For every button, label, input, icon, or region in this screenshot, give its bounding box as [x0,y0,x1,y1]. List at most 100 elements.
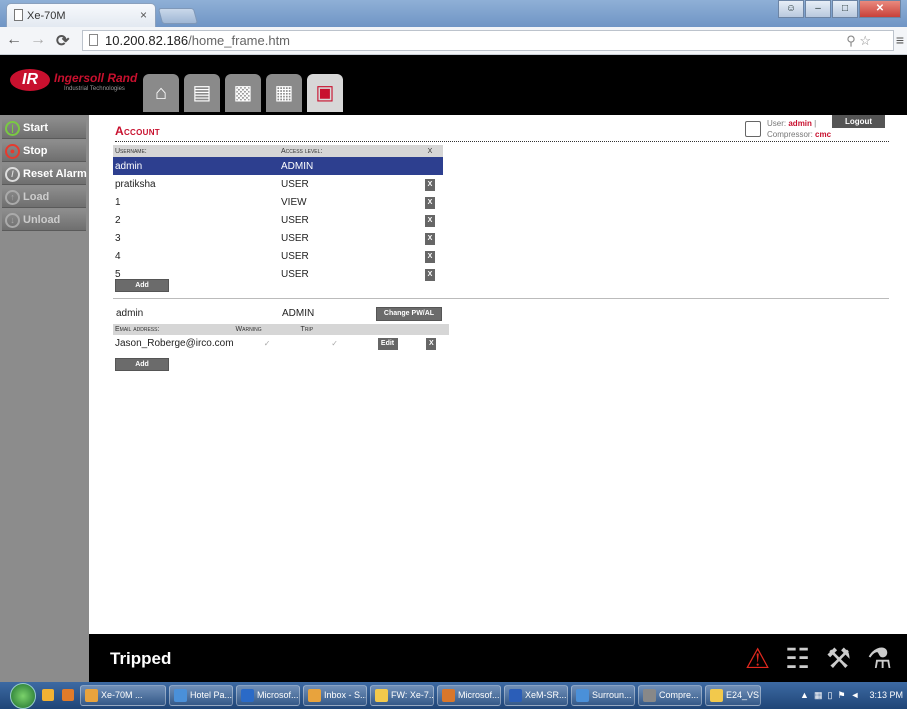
unload-icon: ↓ [5,213,20,228]
menu-icon[interactable]: ≡ [896,32,904,48]
tray-arrow-icon[interactable]: ▲ [800,690,809,700]
taskbar-item[interactable]: Xe-70M ... [80,685,166,706]
taskbar-item[interactable]: Compre... [638,685,702,706]
selected-username: admin [116,308,144,319]
page-title: Account [115,124,160,138]
new-tab-button[interactable] [157,8,199,24]
taskbar-item[interactable]: E24_VS [705,685,761,706]
service-icon[interactable]: ⚒ [826,642,851,675]
taskbar-item[interactable]: FW: Xe-7... [370,685,434,706]
reset-alarm-button[interactable]: / Reset Alarm [2,164,87,185]
load-button[interactable]: ↑ Load [2,187,86,208]
system-tray: ▲ ▦ ▯ ⚑ ◄ 3:13 PM [800,682,903,709]
maintenance-icon[interactable]: ⚗ [867,642,892,675]
explorer-icon[interactable] [42,689,54,701]
access-cell: USER [281,232,309,244]
table-row[interactable]: 2 USER X [113,211,443,229]
home-icon[interactable]: ⌂ [143,74,179,112]
username-cell: 4 [115,250,121,262]
email-row[interactable]: Jason_Roberge@irco.com ✓ ✓ Edit X [113,335,449,351]
start-button[interactable]: | Start [2,118,86,139]
selected-access-level: ADMIN [282,308,315,319]
minimize-icon[interactable]: – [805,0,831,18]
trip-checkbox[interactable]: ✓ [331,339,338,348]
window-controls: ☺ – □ ✕ [777,0,901,18]
add-user-button[interactable]: Add [115,279,169,292]
browser-tab-strip: Xe-70M × ☺ – □ ✕ [0,0,907,27]
status-text: Tripped [110,649,172,668]
account-icon[interactable]: ▣ [307,74,343,112]
settings-icon[interactable]: ▩ [225,74,261,112]
col-username: Username: [113,145,279,157]
section-divider [113,298,889,299]
browser-tab[interactable]: Xe-70M × [6,3,156,27]
warning-checkbox[interactable]: ✓ [264,339,271,348]
status-icon[interactable]: ▦ [266,74,302,112]
alarm-icon[interactable]: ⚠ [745,642,770,675]
taskbar-item[interactable]: XeM-SR... [504,685,568,706]
control-sidebar: | Start ● Stop / Reset Alarm ↑ Load ↓ Un… [0,115,89,682]
username-cell: 1 [115,196,121,208]
quicklaunch-icon[interactable] [62,689,74,701]
delete-user-button[interactable]: X [425,232,435,245]
start-menu-button[interactable] [10,683,36,709]
table-row[interactable]: pratiksha USER X [113,175,443,193]
taskbar-item[interactable]: Microsof... [437,685,501,706]
delete-user-button[interactable]: X [425,214,435,227]
reload-icon[interactable]: ⟳ [56,31,69,51]
taskbar-item[interactable]: Microsof... [236,685,300,706]
user-profile-icon[interactable]: ☺ [778,0,804,18]
table-row[interactable]: 4 USER X [113,247,443,265]
delete-user-button[interactable]: X [425,178,435,191]
flag-icon[interactable]: ⚑ [837,690,845,700]
close-tab-icon[interactable]: × [140,8,147,22]
signal-icon[interactable]: ▯ [827,690,832,700]
table-row[interactable]: 1 VIEW X [113,193,443,211]
col-delete: X [415,145,443,157]
username-cell: admin [113,157,279,175]
printer-icon[interactable] [745,121,761,137]
email-cell: Jason_Roberge@irco.com [115,337,234,349]
close-window-icon[interactable]: ✕ [859,0,901,18]
volume-icon[interactable]: ◄ [851,690,860,700]
url-field[interactable]: 10.200.82.186/home_frame.htm ⚲ ☆ [82,30,894,51]
access-cell: USER [281,178,309,190]
page-icon [89,34,98,46]
maximize-icon[interactable]: □ [832,0,858,18]
change-password-button[interactable]: Change PW/AL [376,307,442,321]
stop-button[interactable]: ● Stop [2,141,86,162]
users-table: Username: Access level: X admin ADMIN pr… [113,145,443,283]
delete-user-button[interactable]: X [425,250,435,263]
unload-button[interactable]: ↓ Unload [2,210,86,231]
taskbar-item[interactable]: Surroun... [571,685,635,706]
clock[interactable]: 3:13 PM [869,690,903,700]
zoom-icon[interactable]: ⚲ ☆ [846,31,871,50]
page-icon [14,9,23,21]
tray-network-icon[interactable]: ▦ [814,690,823,700]
table-row[interactable]: admin ADMIN [113,157,443,175]
add-email-button[interactable]: Add [115,358,169,371]
network-icon[interactable]: ☷ [785,642,810,675]
table-row[interactable]: 3 USER X [113,229,443,247]
col-warning: Warning [233,324,299,335]
username-cell: pratiksha [115,178,156,190]
edit-email-button[interactable]: Edit [377,337,398,350]
forward-icon[interactable]: → [30,31,46,49]
app-header: IR Ingersoll Rand Industrial Technologie… [0,55,907,115]
taskbar-item[interactable]: Inbox - S... [303,685,367,706]
back-icon[interactable]: ← [6,31,22,49]
delete-user-button[interactable]: X [425,268,435,281]
delete-email-button[interactable]: X [426,337,437,350]
col-trip: Trip [298,324,369,335]
logout-button[interactable]: Logout [832,115,885,128]
load-icon: ↑ [5,190,20,205]
col-email: Email address: [113,324,234,335]
delete-user-button[interactable]: X [425,196,435,209]
username-cell: 3 [115,232,121,244]
brand-name: Ingersoll Rand [54,71,138,85]
brand-subtitle: Industrial Technologies [64,86,125,92]
taskbar-item[interactable]: Hotel Pa... [169,685,233,706]
username-cell: 2 [115,214,121,226]
report-icon[interactable]: ▤ [184,74,220,112]
access-cell: USER [281,214,309,226]
